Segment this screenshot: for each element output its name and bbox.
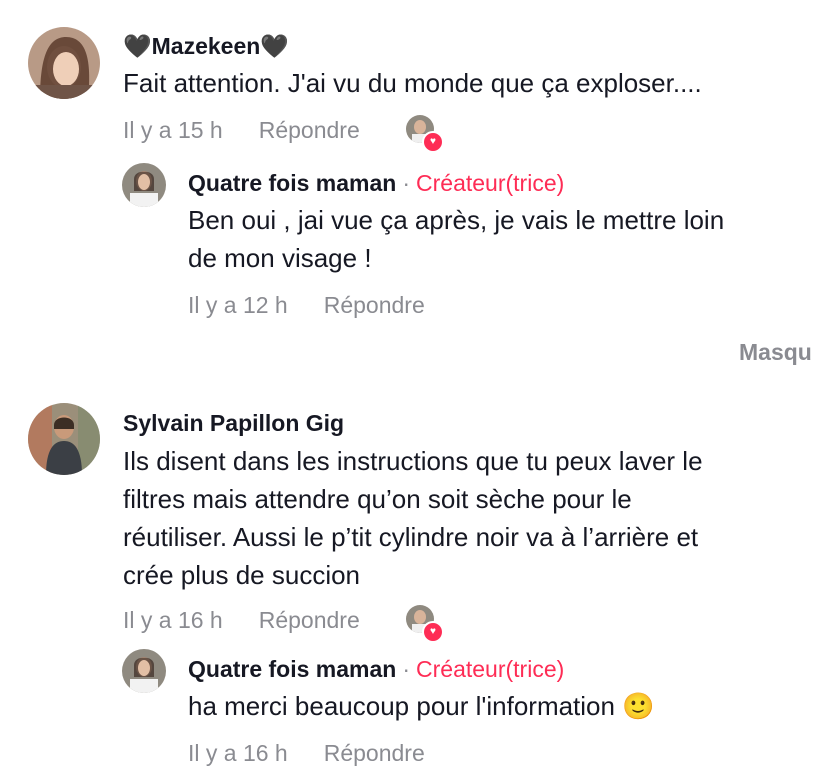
comment-author[interactable]: 🖤Mazekeen🖤: [123, 32, 289, 60]
creator-liked-badge: ♥: [406, 115, 444, 153]
creator-badge: Créateur(trice): [416, 656, 565, 682]
reply-timestamp: Il y a 12 h: [188, 292, 288, 318]
comment-timestamp: Il y a 15 h: [123, 117, 223, 143]
reply-text: Ben oui , jai vue ça après, je vais le m…: [188, 201, 724, 277]
hide-replies-button[interactable]: Masqu: [739, 338, 812, 366]
heart-icon: ♥: [422, 131, 444, 153]
reply-avatar[interactable]: [122, 649, 166, 693]
reply-author[interactable]: Quatre fois maman: [188, 170, 396, 196]
avatar[interactable]: [28, 403, 100, 475]
comment-timestamp: Il y a 16 h: [123, 607, 223, 633]
comment-meta: Il y a 16 h Répondre: [123, 606, 360, 634]
comment-author[interactable]: Sylvain Papillon Gig: [123, 409, 344, 437]
reply-author-line: Quatre fois maman · Créateur(trice): [188, 655, 564, 683]
comment-text: Fait attention. J'ai vu du monde que ça …: [123, 64, 702, 102]
reply-button[interactable]: Répondre: [324, 740, 425, 766]
reply-text-line: ha merci beaucoup pour l'information 🙂: [188, 691, 655, 721]
comment-text: Ils disent dans les instructions que tu …: [123, 442, 703, 594]
comment-text-line: crée plus de succion: [123, 560, 361, 590]
comment-text-line: Ils disent dans les instructions que tu …: [123, 446, 703, 476]
reply-author[interactable]: Quatre fois maman: [188, 656, 396, 682]
separator: ·: [402, 170, 411, 196]
comment-text-line: Fait attention. J'ai vu du monde que ça …: [123, 68, 702, 98]
creator-badge: Créateur(trice): [416, 170, 565, 196]
separator: ·: [402, 656, 411, 682]
heart-icon: ♥: [422, 621, 444, 643]
avatar[interactable]: [28, 27, 100, 99]
reply-text-line: Ben oui , jai vue ça après, je vais le m…: [188, 205, 725, 235]
reply-author-line: Quatre fois maman · Créateur(trice): [188, 169, 564, 197]
reply-meta: Il y a 12 h Répondre: [188, 291, 425, 319]
comment-text-line: réutiliser. Aussi le p’tit cylindre noir…: [123, 522, 699, 552]
reply-text-line: de mon visage !: [188, 243, 372, 273]
reply-meta: Il y a 16 h Répondre: [188, 739, 425, 767]
creator-liked-badge: ♥: [406, 605, 444, 643]
reply-button[interactable]: Répondre: [324, 292, 425, 318]
reply-button[interactable]: Répondre: [259, 607, 360, 633]
reply-timestamp: Il y a 16 h: [188, 740, 288, 766]
comment-text-line: filtres mais attendre qu’on soit sèche p…: [123, 484, 632, 514]
comment-meta: Il y a 15 h Répondre: [123, 116, 360, 144]
reply-avatar[interactable]: [122, 163, 166, 207]
reply-text: ha merci beaucoup pour l'information 🙂: [188, 687, 655, 725]
reply-button[interactable]: Répondre: [259, 117, 360, 143]
